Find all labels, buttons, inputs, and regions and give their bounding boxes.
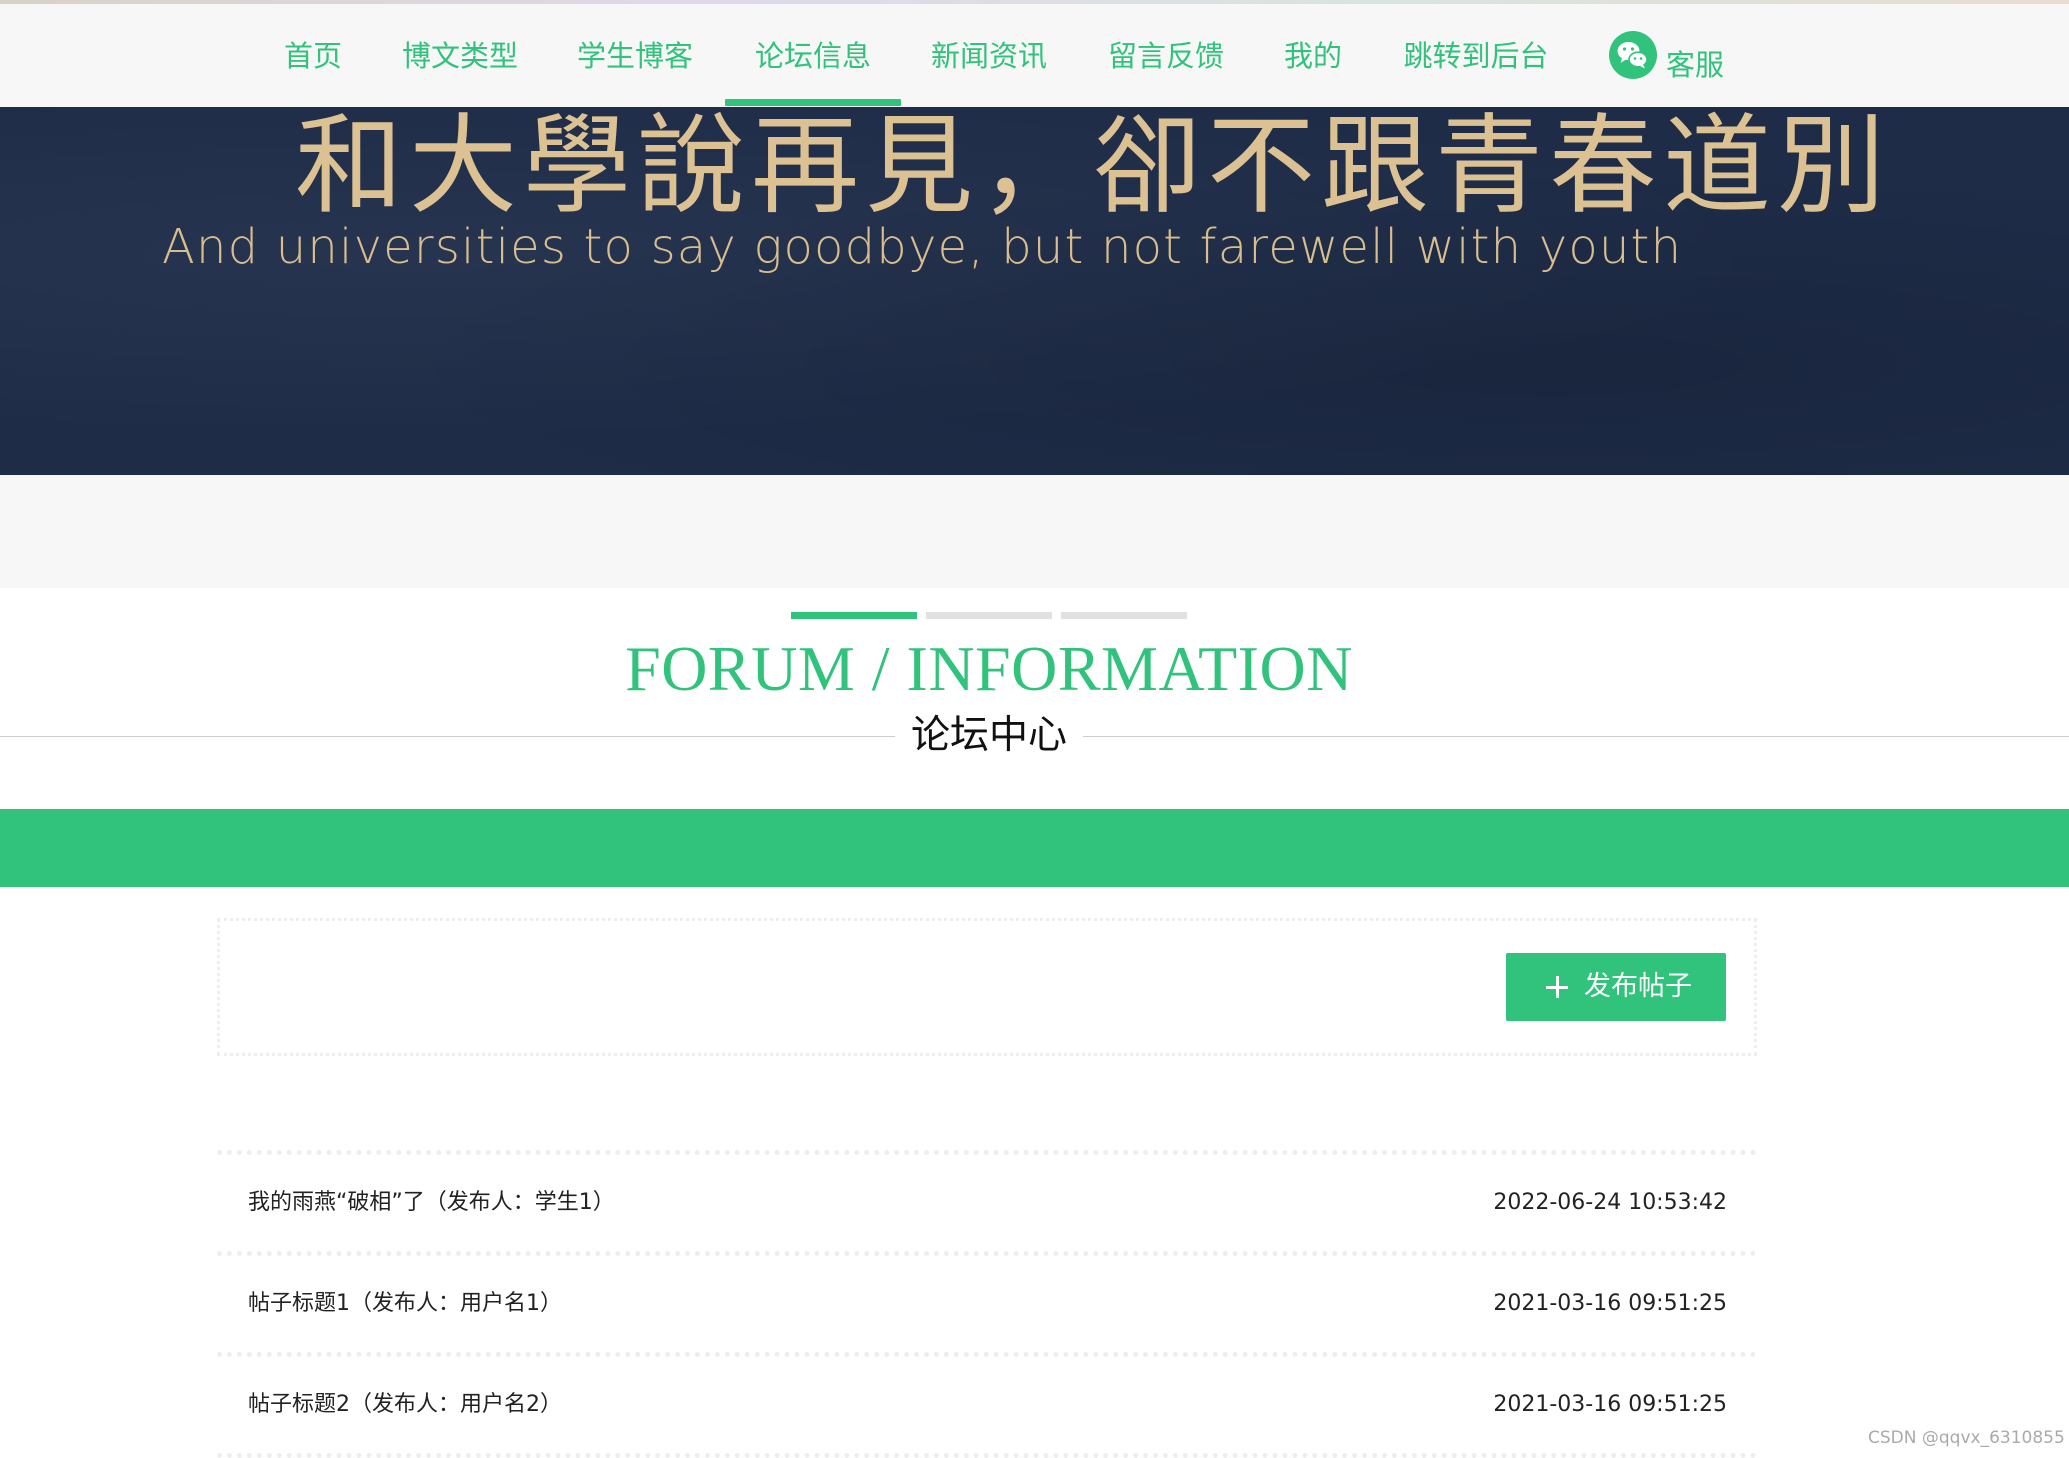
banner-headline-en: And universities to say goodbye, but not… [162, 219, 1683, 275]
post-row[interactable]: 帖子标题2（发布人：用户名2） 2021-03-16 09:51:25 [217, 1357, 1757, 1453]
customer-service-label: 客服 [1666, 48, 1725, 82]
nav-item-admin[interactable]: 跳转到后台 [1398, 4, 1554, 107]
list-divider [217, 1453, 1757, 1458]
post-title[interactable]: 帖子标题2（发布人：用户名2） [248, 1357, 562, 1453]
post-time: 2022-06-24 10:53:42 [1493, 1190, 1727, 1215]
post-time: 2021-03-16 09:51:25 [1493, 1392, 1727, 1417]
post-title[interactable]: 我的雨燕“破相”了（发布人：学生1） [248, 1155, 615, 1251]
hero-banner: 和大學說再見，卻不跟青春道別 And universities to say g… [0, 107, 2069, 475]
post-row[interactable]: 帖子标题1（发布人：用户名1） 2021-03-16 09:51:25 [217, 1256, 1757, 1352]
section-band [0, 809, 2069, 887]
banner-headline-cn: 和大學說再見，卻不跟青春道別 [295, 107, 1892, 229]
nav-item-home[interactable]: 首页 [268, 4, 358, 107]
nav-item-feedback[interactable]: 留言反馈 [1101, 4, 1231, 107]
carousel-dot-3[interactable] [1061, 612, 1187, 619]
plus-icon [1546, 976, 1568, 998]
post-row[interactable]: 我的雨燕“破相”了（发布人：学生1） 2022-06-24 10:53:42 [217, 1155, 1757, 1251]
nav-item-mine[interactable]: 我的 [1268, 4, 1358, 107]
nav-item-forum[interactable]: 论坛信息 [748, 4, 878, 107]
nav-active-indicator [725, 99, 901, 106]
post-list: 我的雨燕“破相”了（发布人：学生1） 2022-06-24 10:53:42 帖… [217, 1150, 1757, 1458]
section-subtitle: 论坛中心 [895, 710, 1083, 762]
post-title[interactable]: 帖子标题1（发布人：用户名1） [248, 1256, 562, 1352]
publish-post-label: 发布帖子 [1584, 971, 1692, 1002]
section-title: FORUM / INFORMATION [625, 633, 1353, 704]
top-navigation: 首页 博文类型 学生博客 论坛信息 新闻资讯 留言反馈 我的 跳转到后台 客服 [0, 4, 2069, 108]
publish-post-button[interactable]: 发布帖子 [1506, 953, 1726, 1021]
banner-spacer [0, 475, 2069, 588]
watermark: CSDN @qqvx_6310855 [1868, 1428, 2065, 1448]
carousel-dot-1[interactable] [791, 612, 917, 619]
wechat-icon [1609, 31, 1657, 79]
nav-item-student-blogs[interactable]: 学生博客 [570, 4, 700, 107]
post-time: 2021-03-16 09:51:25 [1493, 1291, 1727, 1316]
nav-item-blog-types[interactable]: 博文类型 [395, 4, 525, 107]
nav-item-news[interactable]: 新闻资讯 [924, 4, 1054, 107]
carousel-dot-2[interactable] [926, 612, 1052, 619]
